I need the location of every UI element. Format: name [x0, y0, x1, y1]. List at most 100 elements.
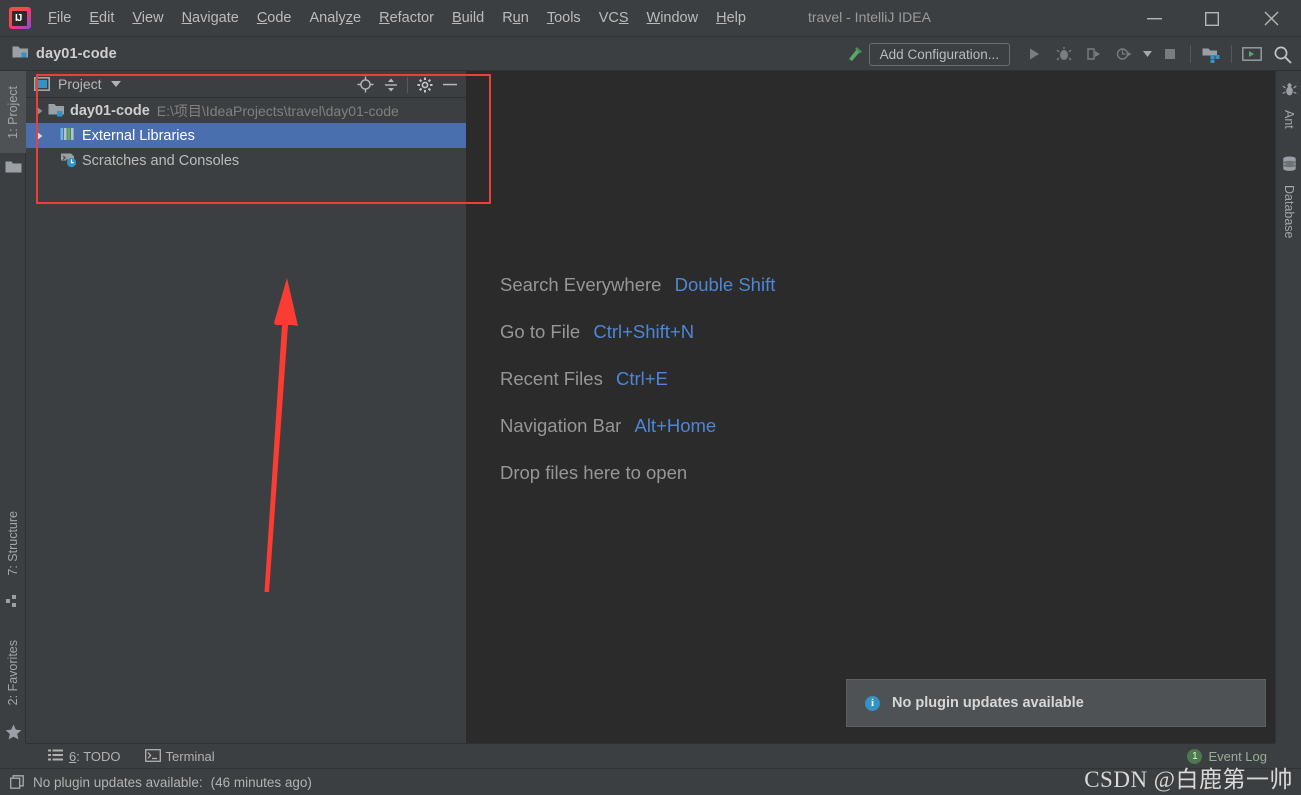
profile-icon[interactable] — [1109, 41, 1139, 67]
project-module-icon — [48, 102, 65, 119]
hide-minus-icon[interactable] — [437, 72, 462, 97]
debug-icon[interactable] — [1049, 41, 1079, 67]
run-icon[interactable] — [1019, 41, 1049, 67]
breadcrumb[interactable]: day01-code — [12, 44, 117, 64]
menu-bar: IJ File Edit View Navigate Code Analyze … — [0, 0, 1301, 37]
menu-item-window[interactable]: Window — [638, 7, 708, 29]
settings-gear-icon[interactable] — [412, 72, 437, 97]
app-logo-icon: IJ — [9, 7, 31, 29]
project-panel-title: Project — [58, 76, 102, 92]
toolwindow-button-terminal[interactable]: Terminal — [144, 748, 215, 764]
tree-row-day01-code[interactable]: day01-code E:\项目\IdeaProjects\travel\day… — [26, 98, 466, 123]
tree-row-scratches-and-consoles[interactable]: Scratches and Consoles — [26, 148, 466, 173]
hint-action-label: Go to File — [500, 321, 581, 342]
folder-icon[interactable] — [0, 153, 26, 181]
project-tree: day01-code E:\项目\IdeaProjects\travel\day… — [26, 98, 466, 173]
tree-row-external-libraries[interactable]: External Libraries — [26, 123, 466, 148]
sidebar-item-project[interactable]: 1: Project — [0, 71, 26, 153]
hint-row-navigation-bar: Navigation Bar Alt+Home — [500, 415, 775, 437]
toolwindow-button-terminal-label: Terminal — [165, 748, 215, 764]
tree-label-external-libraries: External Libraries — [82, 127, 195, 144]
status-message: No plugin updates available: — [33, 774, 203, 790]
search-icon[interactable] — [1267, 41, 1297, 67]
sidebar-item-favorites[interactable]: 2: Favorites — [0, 627, 26, 719]
right-tool-stripe: Ant Database — [1275, 71, 1301, 743]
notification-balloon[interactable]: i No plugin updates available — [846, 679, 1266, 727]
hint-action-label: Search Everywhere — [500, 274, 662, 295]
expand-arrow-icon[interactable] — [30, 131, 48, 141]
info-icon: i — [865, 695, 880, 711]
toolwindow-button-todo[interactable]: 6: TODO — [48, 749, 121, 764]
toolbar-right-group: Add Configuration... — [839, 37, 1297, 71]
hint-shortcut-label: Alt+Home — [634, 415, 717, 436]
hint-action-label: Navigation Bar — [500, 415, 622, 436]
project-window-icon — [34, 77, 50, 91]
terminal-window-icon[interactable] — [1237, 41, 1267, 67]
minimize-icon[interactable] — [1131, 0, 1177, 37]
todo-list-icon — [48, 749, 63, 764]
build-hammer-icon[interactable] — [839, 41, 869, 67]
sidebar-item-ant-label: Ant — [1282, 109, 1296, 129]
database-icon[interactable] — [1276, 151, 1301, 177]
locate-target-icon[interactable] — [353, 72, 378, 97]
sidebar-item-structure[interactable]: 7: Structure — [0, 497, 26, 589]
hint-row-go-to-file: Go to File Ctrl+Shift+N — [500, 321, 775, 343]
hint-row-drop-files: Drop files here to open — [500, 462, 775, 484]
stop-icon[interactable] — [1155, 41, 1185, 67]
intellij-idea-window: IJ File Edit View Navigate Code Analyze … — [0, 0, 1301, 795]
add-configuration-label: Add Configuration... — [879, 46, 999, 62]
chevron-down-icon[interactable] — [110, 81, 121, 87]
hint-shortcut-label: Double Shift — [674, 274, 776, 295]
project-folder-icon — [12, 44, 29, 64]
menu-item-vcs[interactable]: VCS — [590, 7, 638, 29]
sidebar-item-ant[interactable]: Ant — [1276, 101, 1301, 137]
tree-label-scratches-and-consoles: Scratches and Consoles — [82, 152, 240, 169]
maximize-icon[interactable] — [1189, 0, 1235, 37]
hint-row-recent-files: Recent Files Ctrl+E — [500, 368, 775, 390]
sidebar-item-project-label: 1: Project — [6, 85, 20, 139]
app-logo-text: IJ — [15, 13, 22, 24]
structure-icon[interactable] — [0, 589, 26, 613]
sidebar-item-database-label: Database — [1282, 185, 1296, 239]
menu-item-code[interactable]: Code — [248, 7, 301, 29]
menu-item-refactor[interactable]: Refactor — [370, 7, 443, 29]
menu-item-tools[interactable]: Tools — [538, 7, 590, 29]
hint-action-label: Recent Files — [500, 368, 603, 389]
main-toolbar: day01-code Add Configuration... — [0, 37, 1301, 71]
menu-item-file[interactable]: File — [39, 7, 80, 29]
menu-item-navigate[interactable]: Navigate — [173, 7, 248, 29]
add-configuration-button[interactable]: Add Configuration... — [868, 42, 1010, 66]
tree-label-day01-code: day01-code — [70, 102, 150, 119]
menu-item-edit[interactable]: Edit — [80, 7, 123, 29]
library-bars-icon — [60, 127, 77, 144]
toolwindow-button-todo-label: 6: TODO — [69, 748, 121, 764]
info-icon-glyph: i — [870, 697, 875, 709]
ant-bug-icon[interactable] — [1276, 77, 1301, 101]
memory-indicator-icon[interactable] — [10, 775, 24, 789]
notification-message: No plugin updates available — [892, 695, 1084, 711]
star-icon[interactable] — [0, 719, 26, 745]
menu-item-help[interactable]: Help — [707, 7, 755, 29]
tree-path-day01-code: E:\项目\IdeaProjects\travel\day01-code — [156, 102, 399, 119]
project-structure-icon[interactable] — [1196, 41, 1226, 67]
toolbar-divider-2 — [1231, 45, 1232, 63]
dropdown-arrow-icon[interactable] — [1139, 41, 1155, 67]
menu-item-view[interactable]: View — [123, 7, 172, 29]
sidebar-item-structure-label: 7: Structure — [6, 510, 20, 576]
left-tool-stripe: 1: Project 7: Structure 2: Favorites — [0, 71, 26, 743]
sidebar-item-database[interactable]: Database — [1276, 177, 1301, 247]
panel-action-divider — [407, 76, 408, 93]
expand-arrow-icon[interactable] — [30, 106, 48, 116]
hint-action-label: Drop files here to open — [500, 462, 688, 483]
project-panel-header: Project — [26, 71, 466, 98]
close-icon[interactable] — [1248, 0, 1294, 37]
terminal-icon — [144, 748, 161, 764]
menu-item-run[interactable]: Run — [493, 7, 538, 29]
toolbar-divider — [1190, 45, 1191, 63]
menu-item-build[interactable]: Build — [443, 7, 493, 29]
editor-empty-area[interactable]: Search Everywhere Double Shift Go to Fil… — [466, 71, 1275, 743]
collapse-all-icon[interactable] — [378, 72, 403, 97]
hint-row-search-everywhere: Search Everywhere Double Shift — [500, 274, 775, 296]
run-coverage-icon[interactable] — [1079, 41, 1109, 67]
menu-item-analyze[interactable]: Analyze — [301, 7, 371, 29]
